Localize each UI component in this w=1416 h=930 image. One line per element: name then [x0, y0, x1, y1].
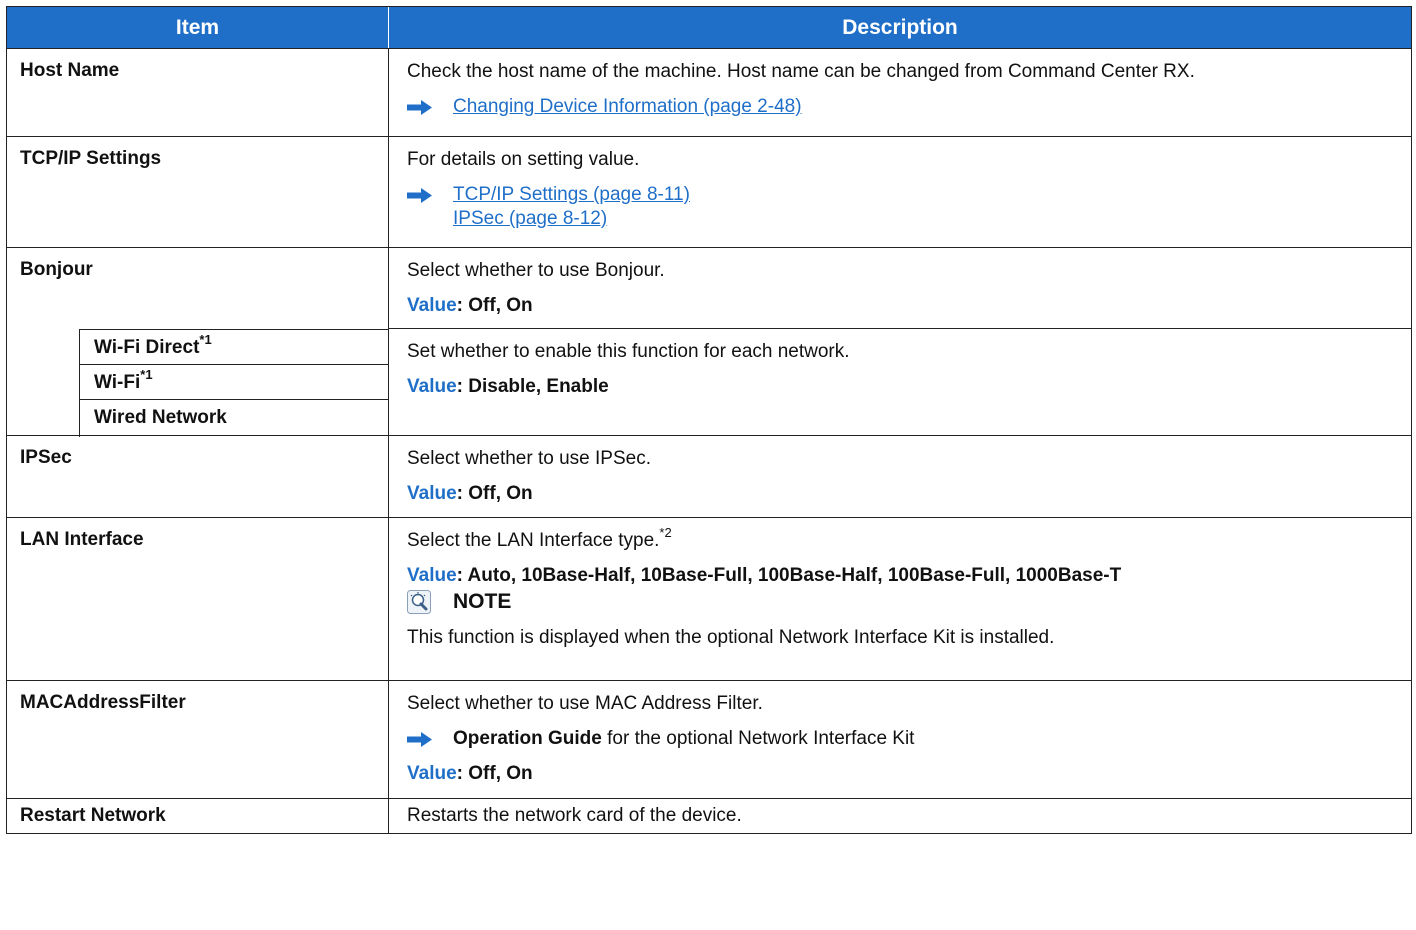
reference: TCP/IP Settings (page 8-11) IPSec (page …	[407, 183, 1401, 231]
settings-table-page: Item Description Host Name Check the hos…	[0, 0, 1416, 930]
sub-item-wifi: Wi-Fi*1	[79, 365, 388, 400]
reference: Operation Guide for the optional Network…	[407, 727, 1401, 751]
value-line: Value: Off, On	[407, 483, 533, 504]
sub-item-wifi-direct: Wi-Fi Direct*1	[79, 330, 388, 365]
header-item: Item	[7, 7, 389, 48]
table-row-ipsec: IPSec Select whether to use IPSec. Value…	[7, 436, 1412, 518]
link-ipsec[interactable]: IPSec (page 8-12)	[453, 207, 690, 231]
value-line: Value: Auto, 10Base-Half, 10Base-Full, 1…	[407, 565, 1122, 586]
description-text: Select whether to use IPSec.	[407, 448, 651, 469]
table-row-host-name: Host Name Check the host name of the mac…	[7, 49, 1412, 137]
right-arrow-icon	[407, 188, 432, 203]
table-row-bonjour-networks: Wi-Fi Direct*1 Wi-Fi*1 Wired Network Set…	[7, 328, 1412, 437]
item-name: Bonjour	[20, 259, 93, 280]
reference: Changing Device Information (page 2-48)	[407, 95, 1401, 119]
item-name: Host Name	[20, 60, 120, 81]
description-text: Restarts the network card of the device.	[407, 805, 742, 826]
table-row-restart-network: Restart Network Restarts the network car…	[7, 799, 1412, 834]
table-header: Item Description	[7, 7, 1412, 49]
note-heading: NOTE	[407, 590, 1401, 614]
settings-table: Item Description Host Name Check the hos…	[6, 6, 1412, 834]
item-name: IPSec	[20, 447, 72, 468]
item-name: MACAddressFilter	[20, 692, 186, 713]
lightbulb-note-icon	[407, 590, 431, 614]
description-text: Set whether to enable this function for …	[407, 341, 850, 362]
item-name: Restart Network	[20, 805, 166, 826]
item-name: LAN Interface	[20, 529, 144, 550]
right-arrow-icon	[407, 100, 432, 115]
note-text: This function is displayed when the opti…	[407, 627, 1055, 648]
description-text: For details on setting value.	[407, 149, 640, 170]
header-description: Description	[389, 7, 1412, 48]
table-row-bonjour: Bonjour Select whether to use Bonjour. V…	[7, 248, 1412, 329]
value-line: Value: Off, On	[407, 295, 533, 316]
description-text: Select the LAN Interface type.*2	[407, 524, 672, 551]
description-text: Select whether to use Bonjour.	[407, 260, 665, 281]
item-name: TCP/IP Settings	[20, 148, 162, 169]
value-line: Value: Off, On	[407, 763, 533, 784]
description-text: Check the host name of the machine. Host…	[407, 61, 1195, 82]
link-tcpip-settings[interactable]: TCP/IP Settings (page 8-11)	[453, 183, 690, 207]
right-arrow-icon	[407, 732, 432, 747]
sub-item-wired-network: Wired Network	[79, 400, 388, 437]
table-row-lan-interface: LAN Interface Select the LAN Interface t…	[7, 518, 1412, 681]
link-changing-device-information[interactable]: Changing Device Information (page 2-48)	[453, 95, 802, 119]
description-text: Select whether to use MAC Address Filter…	[407, 693, 763, 714]
table-row-tcpip-settings: TCP/IP Settings For details on setting v…	[7, 137, 1412, 248]
table-row-mac-address-filter: MACAddressFilter Select whether to use M…	[7, 681, 1412, 799]
value-line: Value: Disable, Enable	[407, 376, 609, 397]
